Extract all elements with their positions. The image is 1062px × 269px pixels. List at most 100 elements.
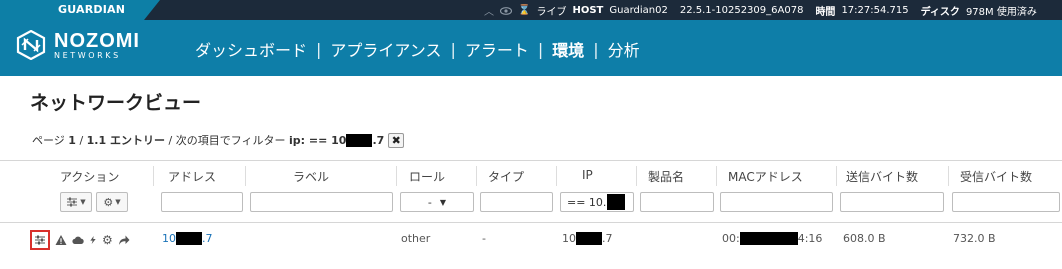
nav-separator: | [593, 39, 599, 59]
mac-filter-input[interactable] [720, 192, 833, 212]
nav-separator: | [316, 39, 322, 59]
redacted-block [607, 194, 626, 210]
header-product[interactable]: 製品名 [648, 168, 684, 185]
address-suffix: .7 [202, 232, 213, 245]
column-separator [396, 166, 397, 186]
nav-alerts[interactable]: アラート [465, 37, 529, 61]
chevron-up-icon[interactable]: ︿ [484, 3, 494, 18]
ip-filter-input[interactable]: == 10. [560, 192, 634, 212]
role-filter-select[interactable]: - ▼ [400, 192, 474, 212]
column-separator [556, 166, 557, 186]
header-address[interactable]: アドレス [168, 168, 216, 185]
table-top-border [0, 160, 1062, 161]
column-separator [245, 166, 246, 186]
logo-line1: NOZOMI [54, 29, 140, 52]
type-cell: - [482, 232, 486, 245]
table-options-button[interactable]: ⚙ ▼ [96, 192, 128, 212]
nav-separator: | [450, 39, 456, 59]
header-role[interactable]: ロール [409, 168, 445, 185]
bytes-received-cell: 732.0 B [953, 232, 996, 245]
bytes-sent-cell: 608.0 B [843, 232, 886, 245]
ip-prefix: 10 [562, 232, 576, 245]
bytes-sent-filter-input[interactable] [840, 192, 944, 212]
logo-line2: NETWORKS [54, 50, 121, 60]
header-type[interactable]: タイプ [488, 168, 524, 185]
product-filter-input[interactable] [640, 192, 714, 212]
column-settings-button[interactable]: ▼ [60, 192, 92, 212]
header-ip[interactable]: IP [582, 168, 593, 182]
nav-separator: | [537, 39, 544, 59]
header-bytes-received[interactable]: 受信バイト数 [960, 168, 1032, 185]
version-value: 22.5.1-10252309_6A078 [679, 5, 804, 16]
nav-dashboard[interactable]: ダッシュボード [195, 37, 307, 61]
header-bytes-sent[interactable]: 送信バイト数 [846, 168, 918, 185]
address-cell[interactable]: 10 .7 [162, 232, 213, 245]
redacted-block [176, 232, 202, 245]
mac-suffix: 4:16 [797, 232, 823, 245]
mac-prefix: 00: [722, 232, 740, 245]
nav-environment[interactable]: 環境 [552, 37, 584, 61]
filter-expression-suffix: .7 [372, 133, 385, 147]
slash: / [79, 133, 84, 147]
cloud-icon[interactable] [72, 234, 84, 246]
live-label[interactable]: ライブ [536, 3, 566, 18]
disk-label: ディスク [920, 7, 960, 18]
ip-cell: 10 .7 [562, 232, 613, 245]
column-separator [836, 166, 837, 186]
gear-icon[interactable]: ⚙ [102, 233, 113, 247]
product-name: GUARDIAN [58, 3, 126, 16]
redacted-block [739, 232, 798, 245]
host-label: HOST [572, 5, 604, 16]
label-filter-input[interactable] [250, 192, 393, 212]
product-tab: GUARDIAN [0, 0, 160, 20]
ip-suffix: .7 [602, 232, 613, 245]
caret-down-icon: ▼ [80, 198, 86, 206]
header-label[interactable]: ラベル [293, 168, 329, 185]
disk-value: 978M 使用済み [965, 7, 1037, 18]
filter-summary: ページ 1 / 1.1 エントリー / 次の項目でフィルター ip: == 10… [32, 132, 405, 148]
network-table: アクション アドレス ラベル ロール タイプ IP 製品名 MACアドレス 送信… [0, 160, 1062, 269]
nozomi-logo[interactable]: NOZOMI NETWORKS [16, 30, 140, 60]
type-filter-input[interactable] [480, 192, 553, 212]
column-separator [636, 166, 637, 186]
sliders-icon [67, 197, 78, 207]
entry-count: 1.1 エントリー [86, 134, 165, 147]
mac-cell: 00: 4:16 [722, 232, 822, 245]
main-header: NOZOMI NETWORKS ダッシュボード | アプライアンス | アラート… [0, 20, 1062, 76]
column-separator [948, 166, 949, 186]
nozomi-logo-icon [16, 30, 46, 60]
bolt-icon[interactable] [89, 234, 97, 246]
page-number: 1 [68, 133, 76, 147]
page-title: ネットワークビュー [30, 92, 202, 114]
row-separator [0, 222, 1062, 223]
caret-down-icon: ▼ [115, 198, 121, 206]
filter-expression: ip: == 10 [288, 133, 347, 147]
role-cell: other [401, 232, 431, 245]
host-value: Guardian02 [609, 5, 668, 16]
bytes-received-filter-input[interactable] [952, 192, 1060, 212]
header-action: アクション [60, 170, 120, 184]
address-filter-input[interactable] [161, 192, 243, 212]
address-prefix: 10 [162, 232, 176, 245]
ip-filter-value: == 10. [567, 195, 607, 209]
time-value: 17:27:54.715 [841, 5, 909, 16]
top-status-bar: GUARDIAN ︿ ⌛ ライブ HOST Guardian02 22.5.1-… [0, 0, 1062, 20]
alert-triangle-icon[interactable] [55, 234, 67, 246]
page-prefix: ページ [32, 134, 65, 147]
column-separator [153, 166, 154, 186]
clear-filter-button[interactable]: ✖ [388, 132, 405, 148]
role-select-value: - [427, 195, 432, 209]
filter-text: 次の項目でフィルター [175, 134, 286, 147]
eye-icon[interactable] [500, 6, 512, 15]
hourglass-icon: ⌛ [518, 5, 531, 16]
sliders-icon [35, 235, 45, 245]
nav-analytics[interactable]: 分析 [608, 37, 640, 61]
nav-appliances[interactable]: アプライアンス [330, 37, 441, 61]
redacted-block [346, 133, 373, 147]
share-arrow-icon[interactable] [118, 234, 130, 246]
row-actions-button[interactable] [30, 230, 50, 250]
column-separator [476, 166, 477, 186]
header-mac[interactable]: MACアドレス [728, 168, 803, 185]
slash: / [168, 133, 173, 147]
time-label: 時間 [815, 7, 836, 18]
